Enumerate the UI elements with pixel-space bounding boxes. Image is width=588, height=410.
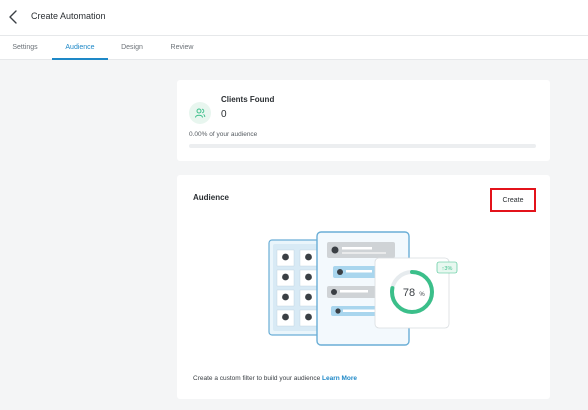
clients-found-title: Clients Found (221, 95, 275, 104)
audience-progress-bar (189, 144, 536, 148)
clients-found-card: Clients Found 0 0.00% of your audience (177, 80, 550, 161)
audience-percent-text: 0.00% of your audience (189, 131, 258, 138)
gauge-value: 78 (403, 287, 415, 299)
audience-card: Audience Create 78 % ↑3% Create a custom… (177, 175, 550, 399)
users-icon (189, 102, 211, 124)
top-bar: Create Automation (0, 0, 588, 36)
tab-review[interactable]: Review (160, 36, 204, 60)
create-button[interactable]: Create (490, 188, 536, 212)
audience-help-text: Create a custom filter to build your aud… (193, 375, 357, 382)
clients-count: 0 (221, 109, 227, 120)
chevron-left-icon[interactable] (6, 9, 20, 25)
tab-design[interactable]: Design (110, 36, 154, 60)
tab-bar: Settings Audience Design Review (0, 36, 588, 60)
audience-help-label: Create a custom filter to build your aud… (193, 375, 321, 382)
tab-settings[interactable]: Settings (0, 36, 50, 60)
audience-illustration: 78 % ↑3% (268, 231, 458, 346)
page-title: Create Automation (31, 11, 106, 21)
gauge-unit: % (419, 292, 425, 298)
tab-audience[interactable]: Audience (52, 36, 108, 60)
learn-more-link[interactable]: Learn More (322, 375, 357, 382)
audience-title: Audience (193, 193, 230, 202)
trend-badge: ↑3% (442, 266, 453, 272)
